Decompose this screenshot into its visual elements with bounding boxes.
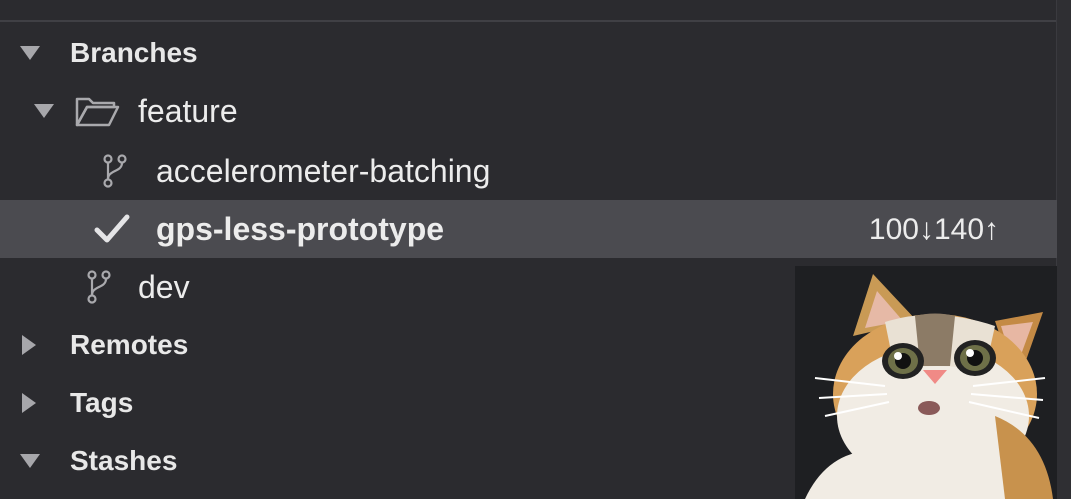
section-label: Tags <box>70 387 134 418</box>
disclosure-expanded-icon[interactable] <box>20 46 40 60</box>
branch-item-accelerometer-batching[interactable]: accelerometer-batching <box>0 142 1057 200</box>
ahead-behind-counts: 100↓140↑ <box>868 213 999 246</box>
top-divider <box>0 0 1057 22</box>
branch-item-gps-less-prototype[interactable]: gps-less-prototype 100↓140↑ <box>0 200 1057 258</box>
folder-feature[interactable]: feature <box>0 82 1057 140</box>
section-label: Remotes <box>70 329 189 360</box>
branch-label: dev <box>138 269 190 305</box>
folder-label: feature <box>138 93 238 129</box>
section-label: Branches <box>70 37 198 68</box>
branch-icon <box>103 154 127 188</box>
disclosure-expanded-icon[interactable] <box>20 454 40 468</box>
scrollbar[interactable] <box>1056 0 1071 499</box>
disclosure-expanded-icon[interactable] <box>34 104 54 118</box>
branch-label: gps-less-prototype <box>156 211 445 247</box>
disclosure-collapsed-icon[interactable] <box>22 335 36 355</box>
section-branches[interactable]: Branches <box>0 24 1057 82</box>
branch-icon <box>87 270 111 304</box>
folder-icon <box>75 97 120 127</box>
sidebar-panel: Branches feature accelerometer-batching … <box>0 0 1071 499</box>
disclosure-collapsed-icon[interactable] <box>22 393 36 413</box>
branch-label: accelerometer-batching <box>156 153 491 189</box>
section-label: Stashes <box>70 445 178 476</box>
checkmark-icon <box>94 214 130 243</box>
cat-illustration <box>805 274 1053 499</box>
surprised-cat-image <box>795 266 1057 499</box>
